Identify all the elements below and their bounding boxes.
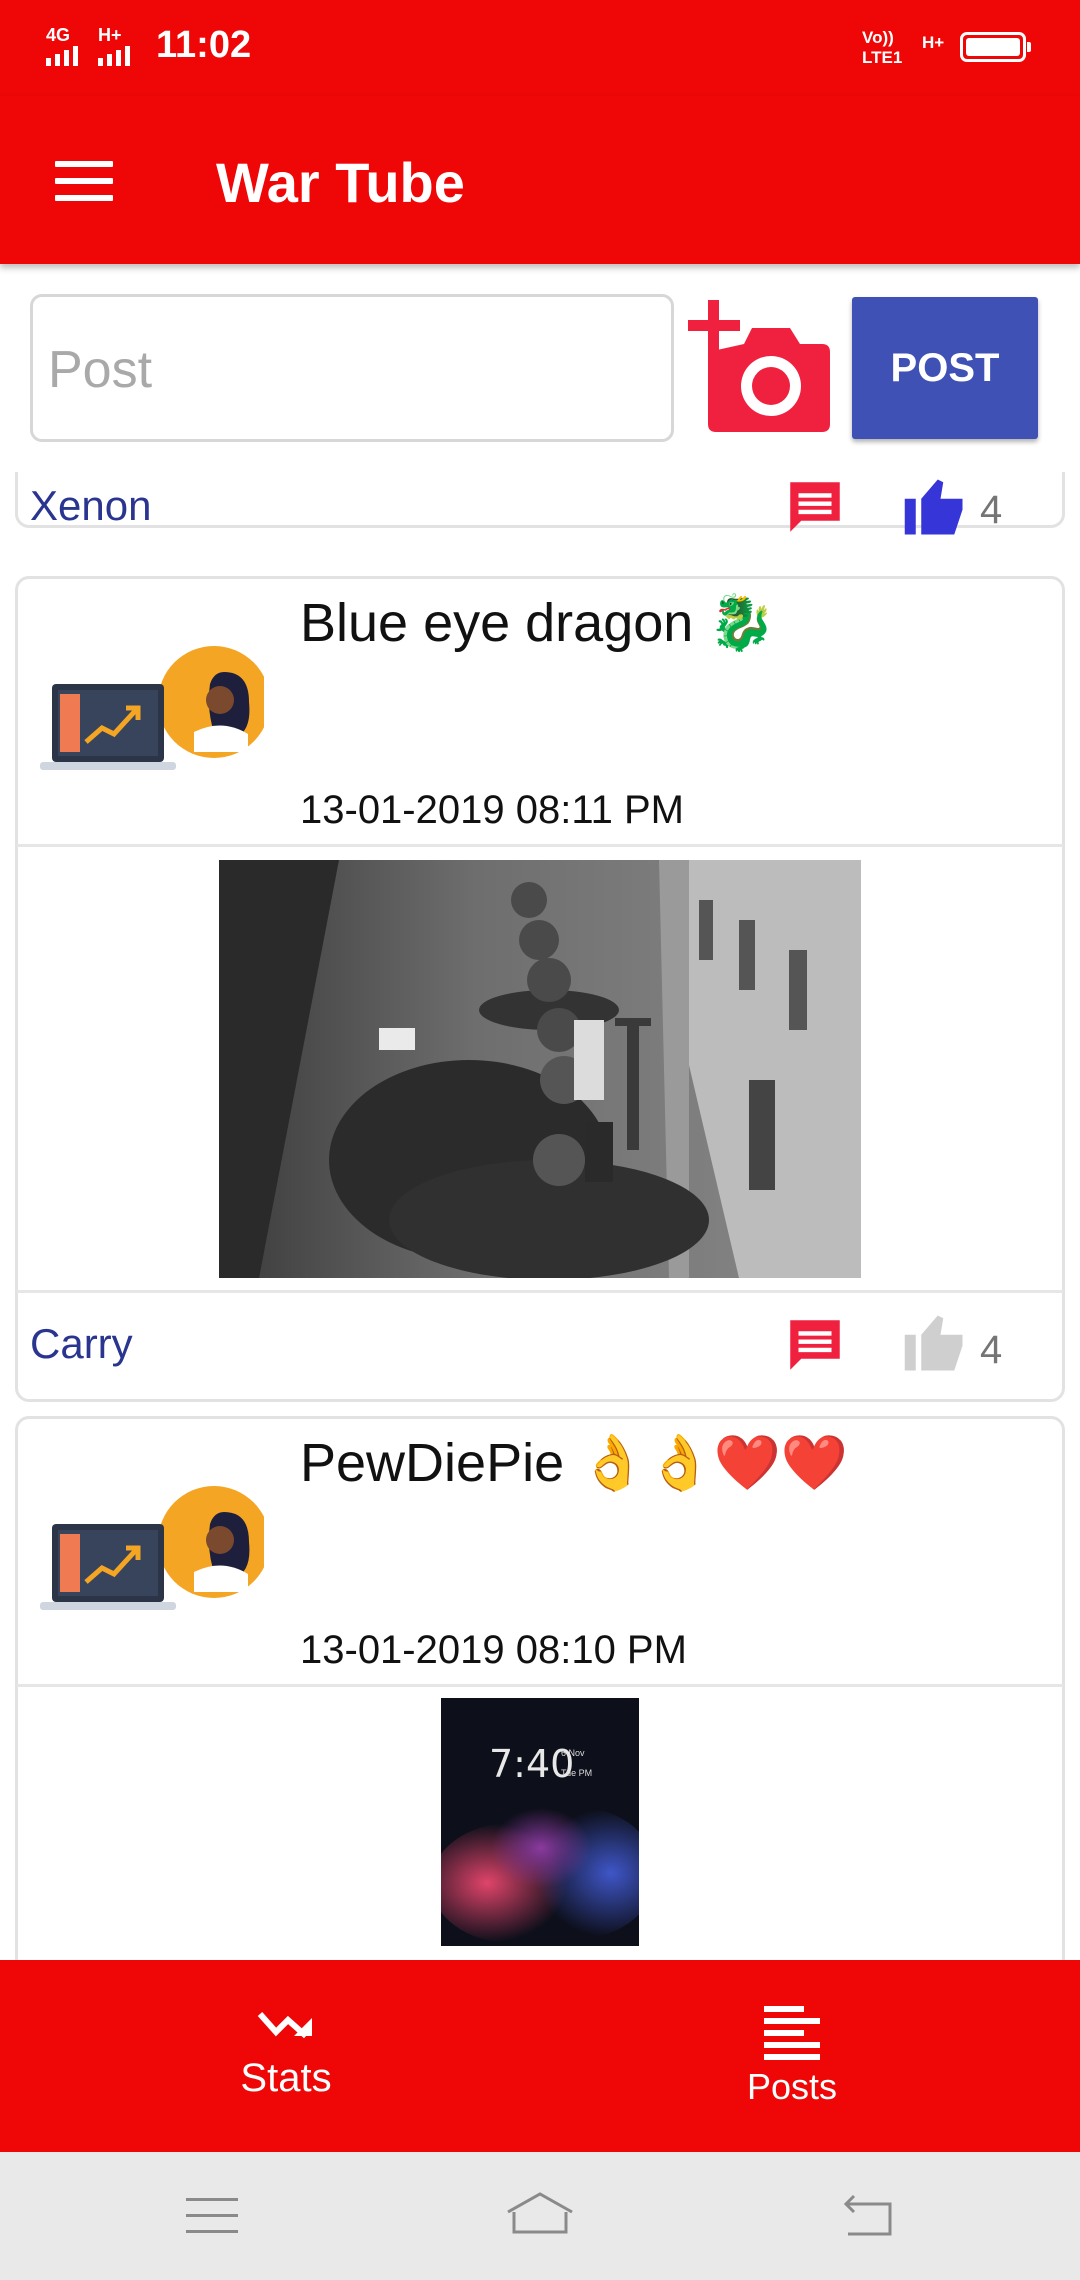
network-hplus-indicator: H+ bbox=[98, 26, 130, 66]
post-image[interactable] bbox=[219, 860, 861, 1278]
network-hplus-right-indicator: H+ bbox=[922, 33, 945, 52]
post-button[interactable]: POST bbox=[852, 297, 1038, 439]
battery-icon bbox=[960, 32, 1031, 62]
divider bbox=[17, 1290, 1063, 1293]
divider bbox=[17, 844, 1063, 847]
nav-stats-label: Stats bbox=[240, 2056, 332, 2100]
thumbs-up-icon[interactable] bbox=[900, 1310, 970, 1376]
like-count: 4 bbox=[980, 488, 1003, 532]
thumbs-up-liked-icon[interactable] bbox=[900, 474, 970, 540]
user-avatar bbox=[40, 1486, 264, 1610]
posts-list-icon bbox=[764, 2006, 820, 2060]
network-4g-indicator: 4G bbox=[46, 26, 78, 66]
network-hplus-label: H+ bbox=[98, 25, 122, 45]
post-author[interactable]: Xenon bbox=[30, 482, 151, 530]
post-title: PewDiePie 👌👌❤️❤️ bbox=[300, 1433, 849, 1493]
divider bbox=[17, 1684, 1063, 1687]
app-title: War Tube bbox=[216, 151, 465, 214]
comment-icon[interactable] bbox=[782, 1312, 848, 1378]
add-photo-icon[interactable] bbox=[688, 300, 836, 436]
bottom-navigation bbox=[0, 1960, 1080, 2152]
post-author[interactable]: Carry bbox=[30, 1320, 133, 1368]
nav-tab-stats[interactable]: Stats bbox=[186, 1994, 386, 2114]
home-icon[interactable] bbox=[504, 2190, 576, 2238]
post-date: 13-01-2019 08:11 PM bbox=[300, 788, 684, 832]
hamburger-menu-icon[interactable] bbox=[55, 161, 113, 201]
volte-indicator: Vo)) LTE1 bbox=[862, 28, 903, 67]
post-input-placeholder: Post bbox=[48, 341, 153, 399]
recent-apps-icon[interactable] bbox=[186, 2196, 238, 2236]
comment-icon[interactable] bbox=[782, 474, 848, 540]
phone-date-line-2: Tue PM bbox=[561, 1768, 593, 1778]
back-icon[interactable] bbox=[842, 2194, 894, 2238]
signal-bars-icon bbox=[98, 46, 130, 66]
signal-bars-icon bbox=[46, 46, 78, 66]
nav-posts-label: Posts bbox=[746, 2066, 838, 2107]
post-title: Blue eye dragon 🐉 bbox=[300, 593, 776, 653]
network-4g-label: 4G bbox=[46, 25, 71, 45]
status-time: 11:02 bbox=[156, 24, 252, 66]
posts-feed[interactable]: Xenon 4 Blue eye dragon 🐉 13-01-2019 08:… bbox=[0, 472, 1080, 1960]
post-date: 13-01-2019 08:10 PM bbox=[300, 1628, 687, 1672]
trending-up-icon bbox=[257, 2012, 312, 2039]
nav-tab-posts[interactable]: Posts bbox=[692, 1994, 892, 2114]
smoke-wallpaper bbox=[441, 1808, 639, 1943]
app-bar bbox=[0, 96, 1080, 264]
like-count: 4 bbox=[980, 1328, 1003, 1372]
phone-date-line-1: 6 Nov bbox=[561, 1748, 585, 1758]
post-image[interactable]: 7:40 6 Nov Tue PM bbox=[441, 1698, 639, 1946]
user-avatar bbox=[40, 646, 264, 770]
